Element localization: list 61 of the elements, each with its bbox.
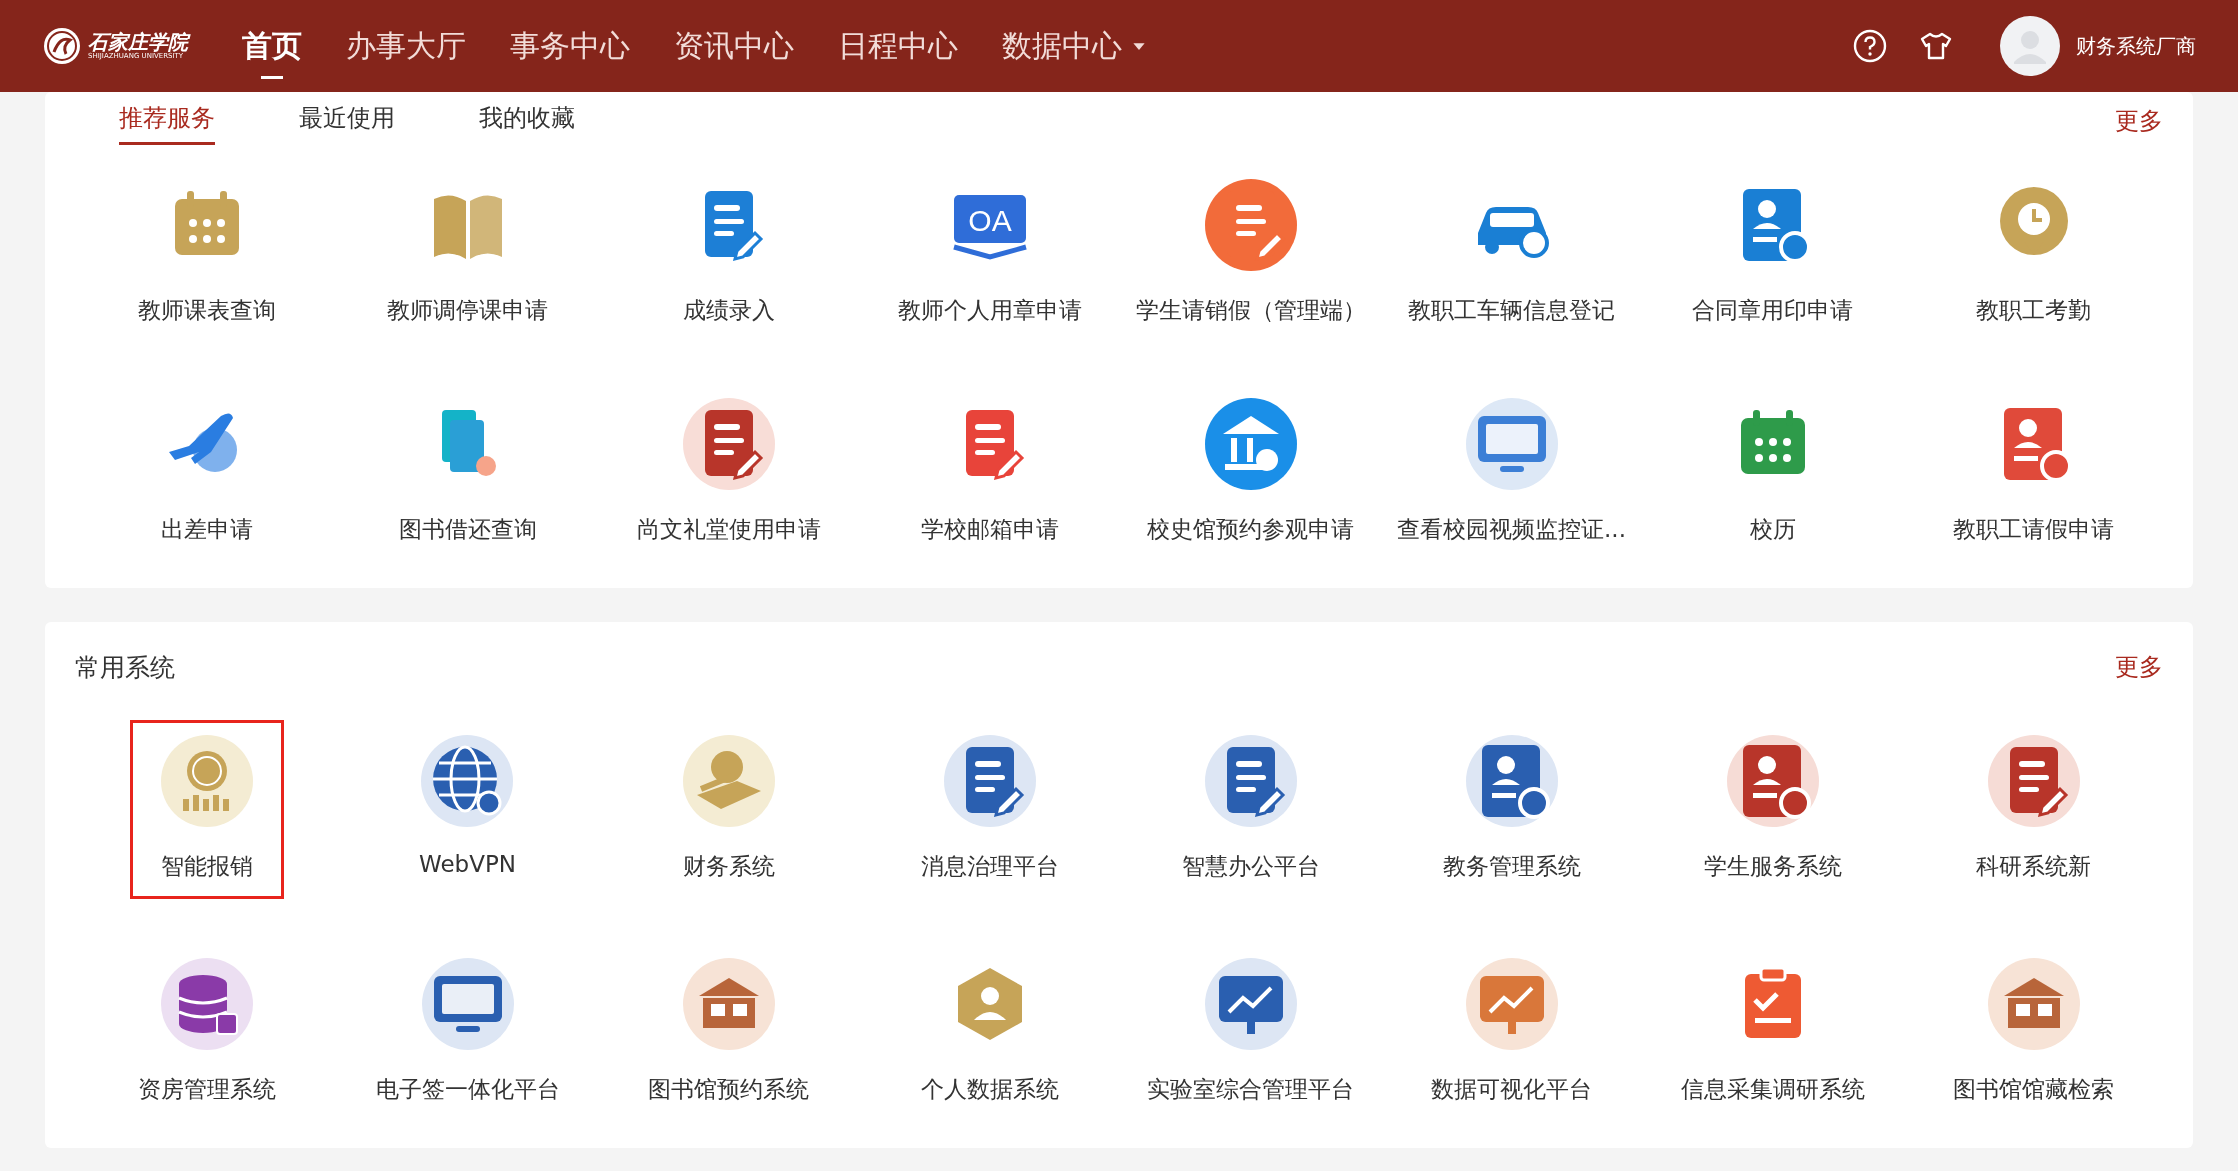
user-name[interactable]: 财务系统厂商 [2076, 32, 2196, 60]
avatar-icon[interactable] [2000, 16, 2060, 76]
chart-board-icon [1463, 956, 1560, 1052]
system-tile[interactable]: 消息治理平台 [891, 720, 1088, 899]
service-tab[interactable]: 最近使用 [299, 97, 395, 145]
document-icon [941, 733, 1038, 829]
service-tile[interactable]: 教职工请假申请 [1924, 383, 2143, 562]
system-tile[interactable]: 智能报销 [129, 720, 284, 899]
chart-board-icon [1202, 956, 1299, 1052]
document-icon [1202, 177, 1299, 273]
system-tile[interactable]: 资房管理系统 [108, 943, 305, 1122]
system-tile[interactable]: 信息采集调研系统 [1651, 943, 1894, 1122]
service-tab[interactable]: 推荐服务 [119, 97, 215, 145]
system-tile[interactable]: WebVPN [390, 720, 545, 899]
service-tile[interactable]: 成绩录入 [651, 164, 806, 343]
service-tile[interactable]: 教职工考勤 [1947, 164, 2120, 343]
system-tile[interactable]: 图书馆预约系统 [619, 943, 838, 1122]
service-tile[interactable]: 尚文礼堂使用申请 [607, 383, 850, 562]
system-tile[interactable]: 智慧办公平台 [1152, 720, 1349, 899]
globe-icon [419, 733, 516, 829]
system-tile[interactable]: 个人数据系统 [891, 943, 1088, 1122]
system-tile[interactable]: 实验室综合管理平台 [1118, 943, 1383, 1122]
library-icon [680, 956, 777, 1052]
nav-tab[interactable]: 日程中心 [838, 15, 958, 77]
system-tile[interactable]: 学生服务系统 [1674, 720, 1871, 899]
more-link[interactable]: 更多 [2115, 651, 2163, 683]
service-tile[interactable]: 校历 [1695, 383, 1850, 562]
help-icon[interactable] [1852, 28, 1888, 64]
service-tile[interactable]: 教师课表查询 [108, 164, 305, 343]
service-tile[interactable]: 图书借还查询 [369, 383, 566, 562]
nav-tab[interactable]: 首页 [242, 15, 302, 77]
coin-chart-icon [158, 733, 255, 829]
system-tile[interactable]: 数据可视化平台 [1402, 943, 1621, 1122]
system-tile[interactable]: 财务系统 [651, 720, 806, 899]
person-card-icon [1463, 733, 1560, 829]
library-icon [1985, 956, 2082, 1052]
database-icon [158, 956, 255, 1052]
service-tile[interactable]: 合同章用印申请 [1663, 164, 1882, 343]
document-icon [680, 396, 777, 492]
service-tile[interactable]: 教师调停课申请 [358, 164, 577, 343]
university-emblem-icon [42, 26, 82, 66]
section-title: 常用系统 [75, 651, 175, 684]
money-icon [680, 733, 777, 829]
monitor-icon [1463, 396, 1560, 492]
system-tile[interactable]: 教务管理系统 [1413, 720, 1610, 899]
nav-tab[interactable]: 办事大厅 [346, 15, 466, 77]
nav-tab[interactable]: 数据中心 [1002, 15, 1146, 77]
document-icon [1985, 733, 2082, 829]
monitor-icon [419, 956, 516, 1052]
nav-tab[interactable]: 事务中心 [510, 15, 630, 77]
system-tile[interactable]: 图书馆馆藏检索 [1924, 943, 2143, 1122]
service-tile[interactable]: 出差申请 [129, 383, 284, 562]
service-tile[interactable]: 学校邮箱申请 [891, 383, 1088, 562]
document-icon [1202, 733, 1299, 829]
system-tile[interactable]: 电子签一体化平台 [346, 943, 589, 1122]
service-tab[interactable]: 我的收藏 [479, 97, 575, 145]
more-link[interactable]: 更多 [2115, 105, 2163, 137]
nav-tab[interactable]: 资讯中心 [674, 15, 794, 77]
system-tile[interactable]: 科研系统新 [1947, 720, 2120, 899]
person-card-icon [1724, 733, 1821, 829]
building-icon [1202, 396, 1299, 492]
